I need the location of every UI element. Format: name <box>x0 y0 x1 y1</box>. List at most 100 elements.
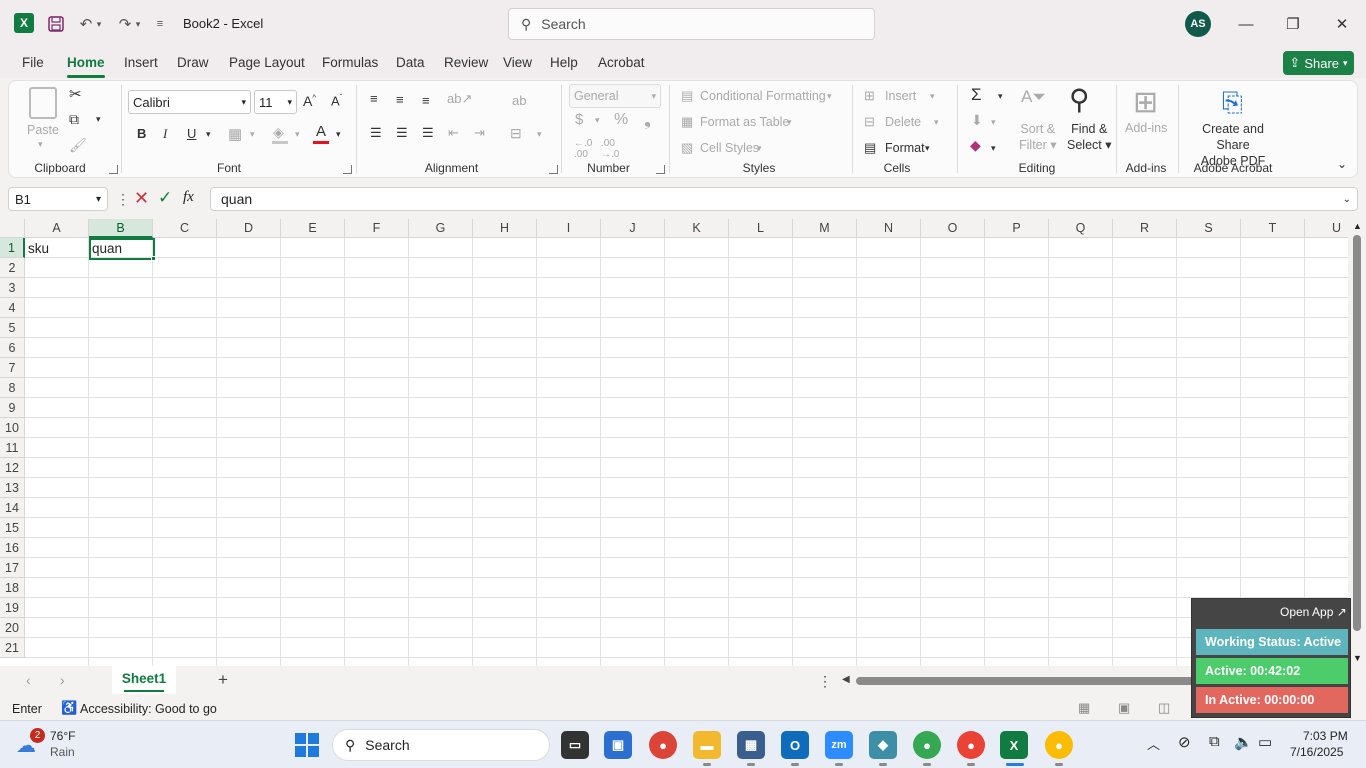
volume-icon[interactable]: 🔈 <box>1234 733 1253 751</box>
increase-font-icon[interactable]: A^ <box>303 93 316 109</box>
redo-dropdown-icon[interactable]: ▾ <box>131 12 145 36</box>
comma-style-icon[interactable]: ❟ <box>644 109 651 130</box>
column-header[interactable]: G <box>409 219 473 238</box>
weather-temp[interactable]: 76°F <box>50 729 75 743</box>
row-header[interactable]: 9 <box>0 398 25 418</box>
paste-dropdown-icon[interactable]: ▾ <box>38 139 43 150</box>
chrome-profile-icon[interactable]: ● <box>913 731 941 759</box>
row-header[interactable]: 3 <box>0 278 25 298</box>
tab-page-layout[interactable]: Page Layout <box>229 55 305 70</box>
row-header[interactable]: 16 <box>0 538 25 558</box>
accessibility-icon[interactable]: ♿ <box>61 700 77 716</box>
customize-toolbar-icon[interactable]: ≡ <box>152 12 168 36</box>
delete-cells-icon[interactable]: ⊟ <box>864 114 875 130</box>
chevron-down-icon[interactable]: ▾ <box>827 91 832 102</box>
percent-icon[interactable]: % <box>614 111 628 129</box>
create-pdf-icon[interactable]: ⎘ <box>1222 87 1243 119</box>
row-header[interactable]: 5 <box>0 318 25 338</box>
sheet-options-icon[interactable]: ⋮ <box>818 673 832 690</box>
delete-cells-button[interactable]: Delete <box>885 115 921 129</box>
row-header[interactable]: 14 <box>0 498 25 518</box>
font-color-dropdown-icon[interactable]: ▾ <box>336 129 341 140</box>
prev-sheet-icon[interactable]: ‹ <box>26 672 31 688</box>
decrease-font-icon[interactable]: Aˇ <box>331 93 342 108</box>
borders-icon[interactable]: ▦ <box>228 125 242 143</box>
name-box[interactable]: B1 ▾ <box>8 187 108 211</box>
underline-dropdown-icon[interactable]: ▾ <box>206 129 211 140</box>
cut-icon[interactable]: ✂ <box>69 85 82 103</box>
undo-dropdown-icon[interactable]: ▾ <box>92 12 106 36</box>
tab-insert[interactable]: Insert <box>124 55 158 70</box>
chevron-down-icon[interactable]: ▾ <box>787 117 792 128</box>
accessibility-status[interactable]: Accessibility: Good to go <box>80 702 217 716</box>
format-cells-icon[interactable]: ▤ <box>864 140 876 156</box>
store-icon[interactable]: ▣ <box>604 731 632 759</box>
page-break-view-icon[interactable]: ◫ <box>1158 700 1170 716</box>
column-header[interactable]: T <box>1241 219 1305 238</box>
fill-color-dropdown-icon[interactable]: ▾ <box>295 129 300 140</box>
increase-decimal-icon[interactable]: ←.0.00 <box>574 138 592 160</box>
chevron-down-icon[interactable]: ▾ <box>934 117 939 128</box>
paste-icon[interactable] <box>29 87 57 119</box>
expand-formula-icon[interactable]: ⌄ <box>1343 194 1351 205</box>
format-as-table-icon[interactable]: ▦ <box>681 114 693 130</box>
outlook-icon[interactable]: O <box>781 731 809 759</box>
share-button[interactable]: ⇪ Share ▾ <box>1283 51 1354 75</box>
column-header[interactable]: O <box>921 219 985 238</box>
spreadsheet-grid[interactable]: ABCDEFGHIJKLMNOPQRSTU 1 2 3 4 5 6 7 8 9 10 11 12 13 1… <box>0 219 1348 666</box>
row-header[interactable]: 1 <box>0 238 25 258</box>
row-header[interactable]: 17 <box>0 558 25 578</box>
tab-file[interactable]: File <box>22 55 44 70</box>
align-middle-icon[interactable]: ≡ <box>396 92 404 107</box>
wrap-text-icon[interactable]: ab <box>512 93 526 108</box>
autosum-icon[interactable]: Σ <box>971 85 982 105</box>
chrome-profile-icon[interactable]: ● <box>957 731 985 759</box>
column-header[interactable]: E <box>281 219 345 238</box>
accounting-format-icon[interactable]: $ <box>575 111 583 128</box>
app-icon[interactable]: ◆ <box>869 731 897 759</box>
tab-acrobat[interactable]: Acrobat <box>598 55 645 70</box>
row-header[interactable]: 21 <box>0 638 25 658</box>
column-header[interactable]: A <box>25 219 89 238</box>
borders-dropdown-icon[interactable]: ▾ <box>250 129 255 140</box>
number-format-select[interactable]: General ▾ <box>569 84 661 108</box>
merge-dropdown-icon[interactable]: ▾ <box>537 129 542 140</box>
select-all-corner[interactable] <box>0 219 25 238</box>
chrome-icon[interactable]: ● <box>649 731 677 759</box>
align-center-icon[interactable]: ☰ <box>396 125 408 141</box>
font-launcher-icon[interactable] <box>343 165 352 174</box>
clipboard-launcher-icon[interactable] <box>109 165 118 174</box>
normal-view-icon[interactable]: ▦ <box>1078 700 1090 716</box>
row-header[interactable]: 4 <box>0 298 25 318</box>
italic-button[interactable]: I <box>163 126 167 142</box>
more-options-icon[interactable]: ⋮ <box>116 191 130 208</box>
fill-icon[interactable]: ⬇ <box>971 112 983 129</box>
column-header[interactable]: N <box>857 219 921 238</box>
fill-color-icon[interactable]: ◈ <box>273 124 284 141</box>
minimize-icon[interactable]: — <box>1231 12 1261 36</box>
accounting-dropdown-icon[interactable]: ▾ <box>595 115 600 126</box>
conditional-formatting-button[interactable]: Conditional Formatting <box>700 89 826 103</box>
page-layout-view-icon[interactable]: ▣ <box>1118 700 1130 716</box>
row-header[interactable]: 8 <box>0 378 25 398</box>
column-header[interactable]: F <box>345 219 409 238</box>
cancel-icon[interactable]: ✕ <box>134 188 149 209</box>
number-launcher-icon[interactable] <box>656 165 665 174</box>
column-header[interactable]: L <box>729 219 793 238</box>
sort-filter-button[interactable]: Sort & Filter ▾ <box>1019 121 1057 153</box>
cell-a1[interactable]: sku <box>25 239 89 259</box>
battery-icon[interactable]: ▭ <box>1258 733 1272 751</box>
align-top-icon[interactable]: ≡ <box>370 91 378 106</box>
sync-icon[interactable]: ⊘ <box>1178 733 1191 751</box>
column-header[interactable]: R <box>1113 219 1177 238</box>
vertical-scroll-thumb[interactable] <box>1353 235 1361 631</box>
merge-center-icon[interactable]: ⊟ <box>510 125 522 142</box>
format-painter-icon[interactable]: 🖌 <box>69 137 87 154</box>
column-header[interactable]: B <box>89 219 153 238</box>
insert-cells-button[interactable]: Insert <box>885 89 916 103</box>
column-header[interactable]: J <box>601 219 665 238</box>
scroll-up-icon[interactable]: ▲ <box>1353 221 1362 231</box>
find-select-icon[interactable]: ⚲ <box>1069 83 1090 116</box>
taskbar-search[interactable]: ⚲ Search <box>332 729 550 761</box>
row-header[interactable]: 20 <box>0 618 25 638</box>
